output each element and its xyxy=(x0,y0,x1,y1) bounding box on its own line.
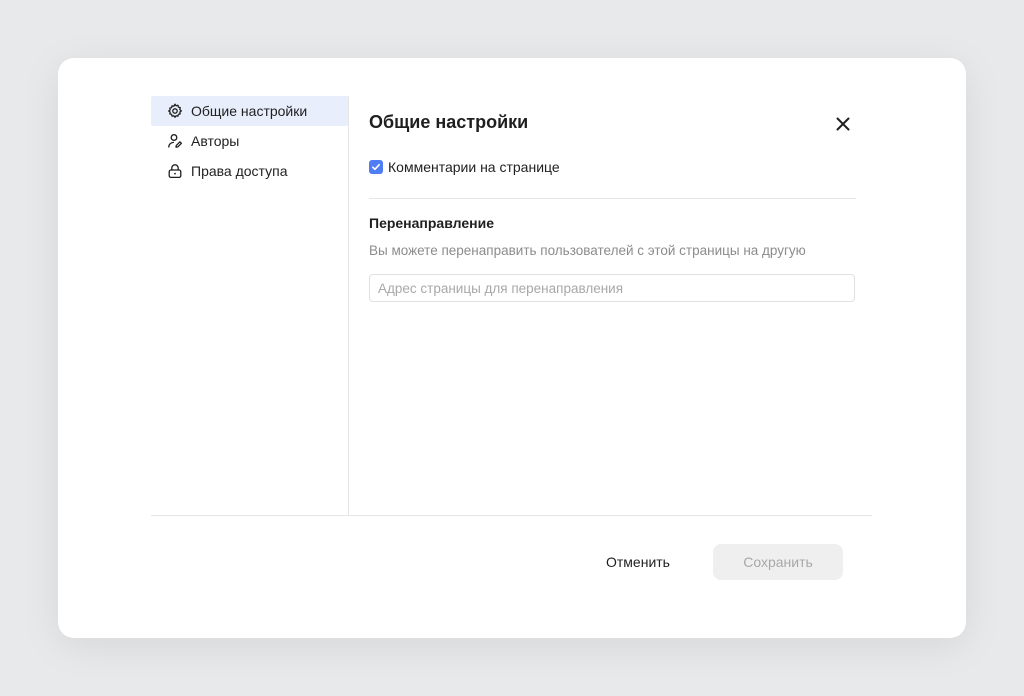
gear-icon xyxy=(167,103,183,119)
section-divider xyxy=(369,198,856,199)
page-title: Общие настройки xyxy=(369,112,529,132)
sidebar-item-authors[interactable]: Авторы xyxy=(151,126,348,156)
lock-icon xyxy=(167,163,183,179)
settings-sidebar: Общие настройки Авторы Права доступа xyxy=(151,96,349,515)
sidebar-item-label: Общие настройки xyxy=(191,103,308,119)
comments-checkbox-label: Комментарии на странице xyxy=(388,159,560,175)
sidebar-item-general[interactable]: Общие настройки xyxy=(151,96,348,126)
sidebar-item-access[interactable]: Права доступа xyxy=(151,156,348,186)
redirect-url-input[interactable] xyxy=(369,274,855,302)
cancel-button[interactable]: Отменить xyxy=(590,544,686,580)
check-icon xyxy=(372,163,380,171)
comments-checkbox-row[interactable]: Комментарии на странице xyxy=(369,159,560,175)
redirect-description: Вы можете перенаправить пользователей с … xyxy=(369,243,806,258)
save-button[interactable]: Сохранить xyxy=(713,544,843,580)
user-edit-icon xyxy=(167,133,183,149)
footer-divider xyxy=(151,515,872,516)
close-icon xyxy=(836,117,850,131)
redirect-section-title: Перенаправление xyxy=(369,215,494,231)
comments-checkbox[interactable] xyxy=(369,160,383,174)
close-button[interactable] xyxy=(831,112,855,136)
sidebar-item-label: Авторы xyxy=(191,133,240,149)
settings-modal: Общие настройки Авторы Права доступа Общ… xyxy=(58,58,966,638)
sidebar-item-label: Права доступа xyxy=(191,163,288,179)
